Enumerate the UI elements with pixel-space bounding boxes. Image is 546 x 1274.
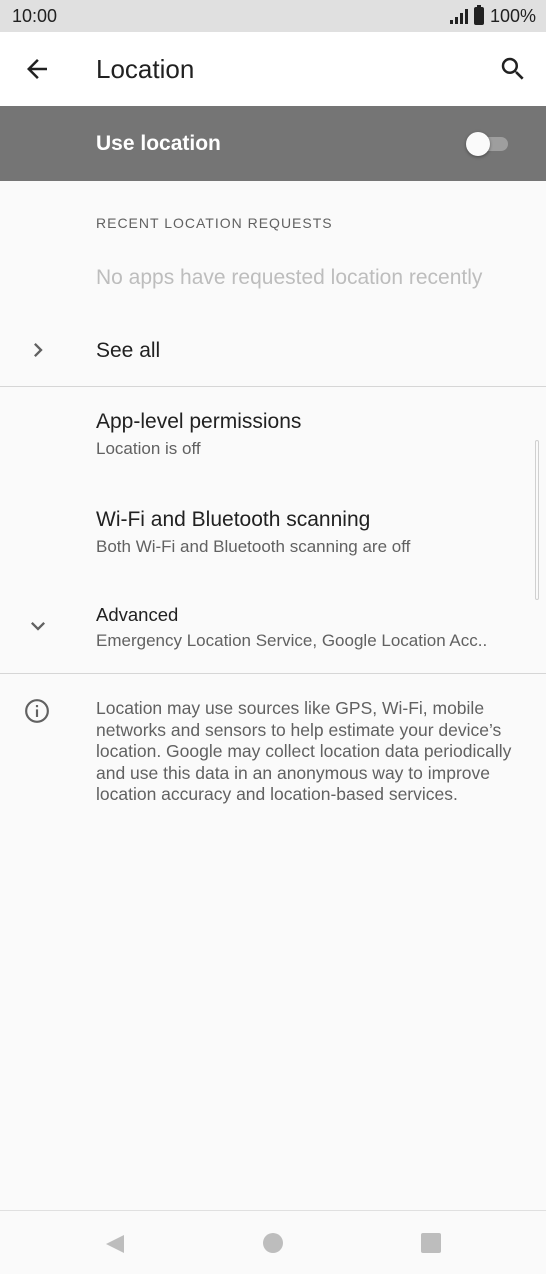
nav-back-icon[interactable] — [104, 1233, 126, 1255]
divider — [0, 386, 546, 387]
location-info-text: Location may use sources like GPS, Wi-Fi… — [96, 698, 512, 804]
setting-summary: Location is off — [96, 439, 201, 458]
arrow-back-icon[interactable] — [22, 54, 52, 84]
setting-summary: Emergency Location Service, Google Locat… — [96, 631, 488, 650]
signal-icon — [449, 8, 468, 24]
app-level-permissions-row[interactable]: App-level permissions Location is off — [0, 392, 546, 488]
recent-requests-empty-text: No apps have requested location recently — [96, 266, 483, 289]
recent-requests-header: RECENT LOCATION REQUESTS — [96, 215, 333, 231]
divider — [0, 673, 546, 674]
see-all-label: See all — [96, 339, 161, 362]
chevron-right-icon — [34, 343, 43, 357]
use-location-switch-bar[interactable]: Use location — [0, 106, 546, 181]
toggle-thumb — [466, 132, 490, 156]
search-icon[interactable] — [498, 54, 528, 84]
setting-title: Advanced — [96, 604, 179, 625]
advanced-row[interactable]: Advanced Emergency Location Service, Goo… — [0, 590, 546, 670]
battery-percentage: 100% — [489, 5, 536, 26]
chevron-down-icon — [31, 622, 45, 631]
status-bar: 10:00 100% — [0, 0, 546, 32]
see-all-row[interactable]: See all — [0, 322, 546, 384]
status-icons: 100% — [449, 5, 536, 27]
wifi-bluetooth-scanning-row[interactable]: Wi-Fi and Bluetooth scanning Both Wi-Fi … — [0, 490, 546, 586]
status-time: 10:00 — [12, 5, 58, 26]
setting-title: Wi-Fi and Bluetooth scanning — [96, 508, 371, 531]
setting-title: App-level permissions — [96, 410, 302, 433]
info-icon — [25, 699, 49, 723]
battery-icon — [473, 5, 484, 25]
app-bar: Location — [0, 32, 546, 106]
page-title: Location — [96, 54, 195, 84]
use-location-toggle[interactable] — [466, 132, 510, 156]
nav-home-icon[interactable] — [263, 1233, 283, 1253]
navigation-bar — [0, 1210, 546, 1274]
setting-summary: Both Wi-Fi and Bluetooth scanning are of… — [96, 537, 411, 556]
scrollbar[interactable] — [535, 440, 539, 600]
nav-recents-icon[interactable] — [421, 1233, 441, 1253]
use-location-label: Use location — [96, 132, 221, 155]
